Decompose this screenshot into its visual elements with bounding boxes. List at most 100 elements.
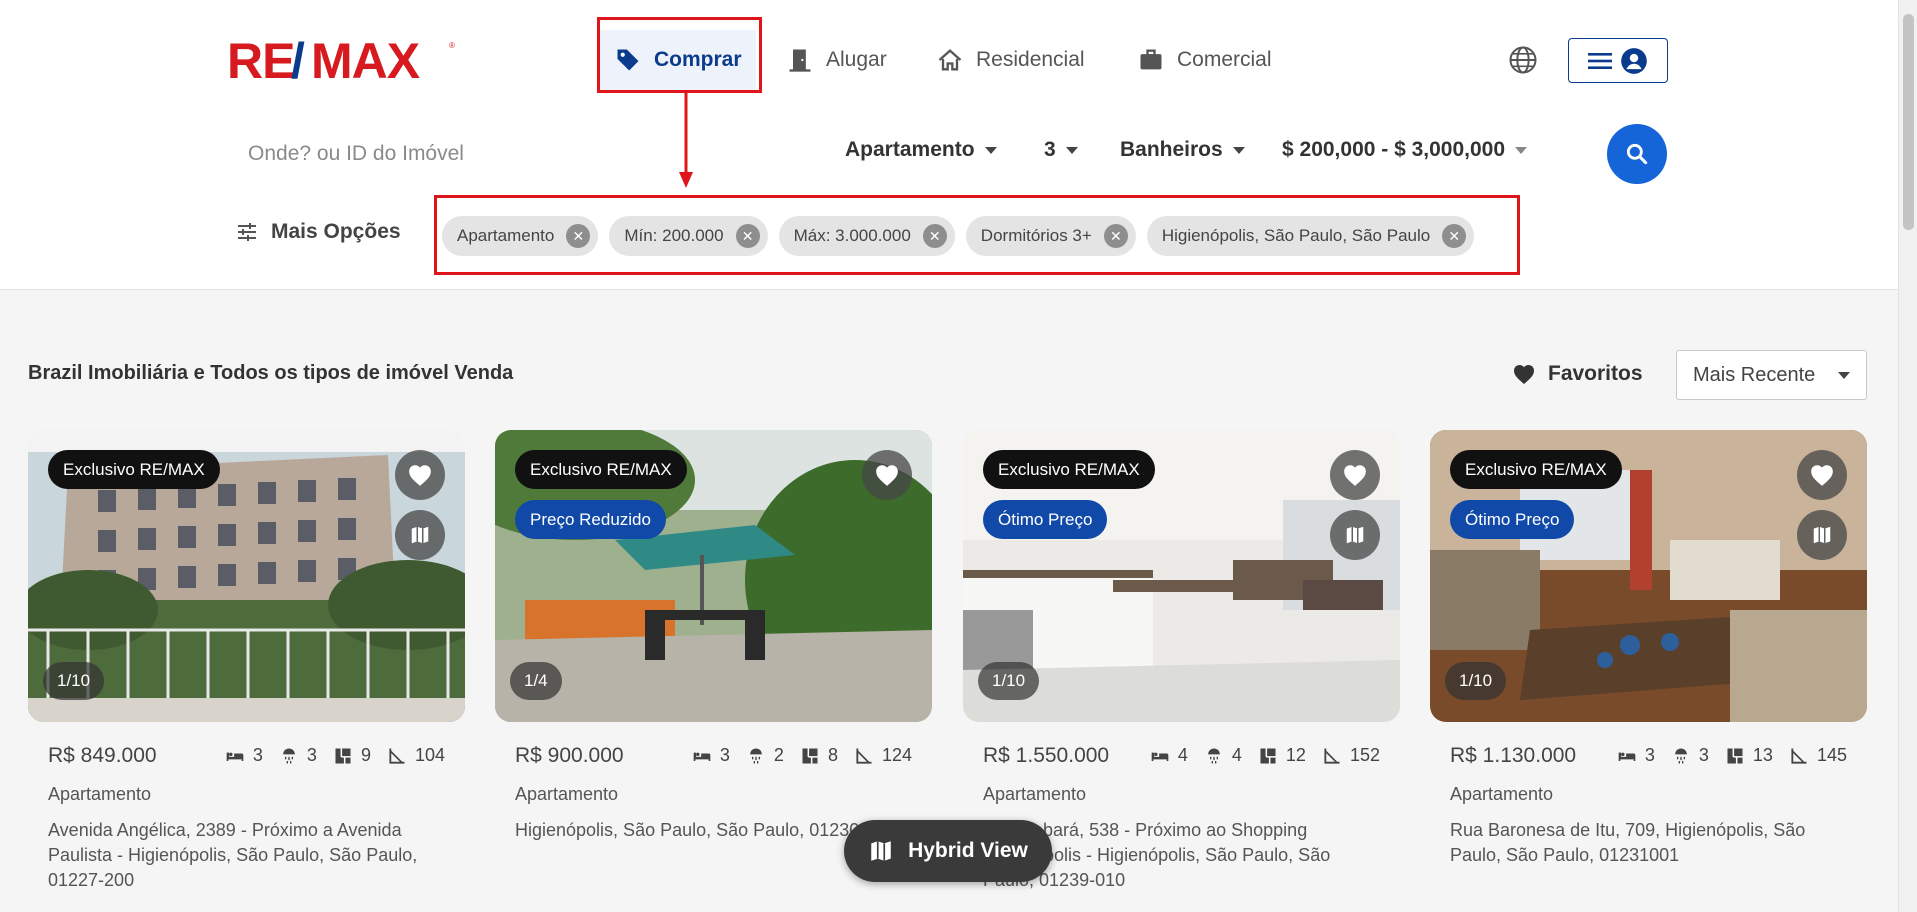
photo-counter: 1/10 bbox=[978, 662, 1040, 700]
caret-down-icon bbox=[1838, 371, 1850, 379]
listing-price: R$ 849.000 bbox=[48, 744, 157, 767]
listing-photo[interactable]: Exclusivo RE/MAX Preço Reduzido 1/4 bbox=[495, 430, 932, 722]
caret-down-icon bbox=[1515, 146, 1528, 154]
listing-stats: 3 3 9 104 bbox=[225, 745, 445, 766]
sliders-icon bbox=[238, 223, 256, 241]
bed-icon bbox=[226, 752, 244, 761]
listing-photo[interactable]: Exclusivo RE/MAX Ótimo Preço 1/10 bbox=[963, 430, 1400, 722]
dropdown-value: $ 200,000 - $ 3,000,000 bbox=[1282, 138, 1506, 161]
bathrooms-dropdown[interactable]: Banheiros bbox=[1120, 138, 1245, 162]
remax-logo[interactable]: RE / MAX ® bbox=[227, 36, 459, 84]
favorites-button[interactable]: Favoritos bbox=[1512, 362, 1643, 386]
caret-down-icon bbox=[1232, 146, 1245, 154]
bath-icon bbox=[283, 748, 295, 763]
price-reduced-badge: Preço Reduzido bbox=[515, 500, 666, 539]
hybrid-view-label: Hybrid View bbox=[908, 839, 1028, 862]
annotation-arrow bbox=[679, 92, 693, 188]
rooms-count: 8 bbox=[827, 745, 838, 765]
listing-photo[interactable]: Exclusivo RE/MAX Ótimo Preço 1/10 bbox=[1430, 430, 1867, 722]
search-button[interactable] bbox=[1607, 124, 1667, 184]
listing-price: R$ 1.130.000 bbox=[1450, 744, 1577, 767]
beds-count: 3 bbox=[252, 745, 263, 765]
favorite-button[interactable] bbox=[862, 450, 912, 500]
map-icon bbox=[871, 841, 891, 861]
nav-label: Alugar bbox=[826, 48, 887, 71]
door-icon bbox=[789, 49, 811, 72]
great-price-badge: Ótimo Preço bbox=[1450, 500, 1575, 539]
favorites-label: Favoritos bbox=[1548, 362, 1643, 385]
favorite-button[interactable] bbox=[395, 450, 445, 500]
area-value: 145 bbox=[1816, 745, 1847, 765]
floorplan-icon bbox=[802, 748, 818, 763]
area-value: 104 bbox=[414, 745, 445, 765]
rooms-count: 9 bbox=[360, 745, 371, 765]
listing-photo[interactable]: Exclusivo RE/MAX 1/10 bbox=[28, 430, 465, 722]
beds-count: 3 bbox=[1644, 745, 1655, 765]
more-options-button[interactable]: Mais Opções bbox=[235, 220, 401, 244]
hamburger-icon bbox=[1588, 52, 1612, 69]
photo-counter: 1/4 bbox=[510, 662, 562, 700]
page-scrollbar[interactable] bbox=[1898, 0, 1917, 912]
photo-counter: 1/10 bbox=[1445, 662, 1507, 700]
listing-address: Rua Baronesa de Itu, 709, Higienópolis, … bbox=[1450, 820, 1806, 865]
highlight-box-comprar bbox=[597, 17, 762, 93]
price-range-dropdown[interactable]: $ 200,000 - $ 3,000,000 bbox=[1282, 138, 1528, 162]
dropdown-value: 3 bbox=[1044, 138, 1056, 161]
listing-card[interactable]: Exclusivo RE/MAX Ótimo Preço 1/10 R$ 1.1… bbox=[1430, 430, 1867, 912]
bed-icon bbox=[1151, 752, 1169, 761]
briefcase-icon bbox=[1140, 49, 1162, 70]
map-button[interactable] bbox=[1797, 510, 1847, 560]
nav-residencial[interactable]: Residencial bbox=[936, 30, 1085, 90]
sort-dropdown[interactable]: Mais Recente bbox=[1676, 350, 1867, 400]
heart-icon bbox=[1344, 465, 1366, 486]
listing-card[interactable]: Exclusivo RE/MAX 1/10 R$ 849.000 3 3 9 1… bbox=[28, 430, 465, 912]
favorite-button[interactable] bbox=[1797, 450, 1847, 500]
bath-icon bbox=[1208, 748, 1220, 763]
scrollbar-thumb[interactable] bbox=[1903, 14, 1914, 230]
listing-stats: 3 2 8 124 bbox=[692, 745, 912, 766]
area-icon bbox=[1791, 748, 1807, 764]
property-type: Apartamento bbox=[983, 784, 1087, 804]
caret-down-icon bbox=[984, 146, 997, 154]
bedrooms-dropdown[interactable]: 3 bbox=[1044, 138, 1078, 162]
hybrid-view-button[interactable]: Hybrid View bbox=[844, 820, 1052, 882]
floorplan-icon bbox=[335, 748, 351, 763]
great-price-badge: Ótimo Preço bbox=[983, 500, 1108, 539]
area-icon bbox=[389, 748, 405, 764]
nav-alugar[interactable]: Alugar bbox=[786, 30, 887, 90]
house-icon bbox=[938, 49, 962, 71]
heart-icon bbox=[1514, 365, 1534, 384]
listing-stats: 4 4 12 152 bbox=[1150, 745, 1380, 766]
favorite-button[interactable] bbox=[1330, 450, 1380, 500]
caret-down-icon bbox=[1065, 146, 1078, 154]
exclusive-badge: Exclusivo RE/MAX bbox=[515, 450, 687, 489]
property-type-dropdown[interactable]: Apartamento bbox=[845, 138, 997, 162]
property-type: Apartamento bbox=[1450, 784, 1554, 804]
exclusive-badge: Exclusivo RE/MAX bbox=[48, 450, 220, 489]
nav-label: Comercial bbox=[1177, 48, 1272, 71]
listing-price: R$ 900.000 bbox=[515, 744, 624, 767]
dropdown-value: Apartamento bbox=[845, 138, 975, 161]
baths-count: 3 bbox=[1698, 745, 1709, 765]
svg-text:MAX: MAX bbox=[311, 36, 420, 84]
baths-count: 4 bbox=[1231, 745, 1242, 765]
globe-icon[interactable] bbox=[1508, 45, 1538, 75]
property-type: Apartamento bbox=[48, 784, 152, 804]
photo-counter: 1/10 bbox=[43, 662, 105, 700]
heart-icon bbox=[1811, 465, 1833, 486]
account-menu-button[interactable] bbox=[1568, 38, 1668, 83]
svg-text:RE: RE bbox=[227, 36, 294, 84]
search-icon bbox=[1626, 143, 1648, 165]
area-icon bbox=[856, 748, 872, 764]
map-button[interactable] bbox=[395, 510, 445, 560]
map-icon bbox=[411, 526, 429, 544]
floorplan-icon bbox=[1260, 748, 1276, 763]
nav-comercial[interactable]: Comercial bbox=[1137, 30, 1272, 90]
highlight-box-filters bbox=[434, 195, 1520, 275]
baths-count: 2 bbox=[773, 745, 784, 765]
bath-icon bbox=[1675, 748, 1687, 763]
map-button[interactable] bbox=[1330, 510, 1380, 560]
bed-icon bbox=[693, 752, 711, 761]
area-value: 152 bbox=[1349, 745, 1380, 765]
rooms-count: 13 bbox=[1752, 745, 1773, 765]
